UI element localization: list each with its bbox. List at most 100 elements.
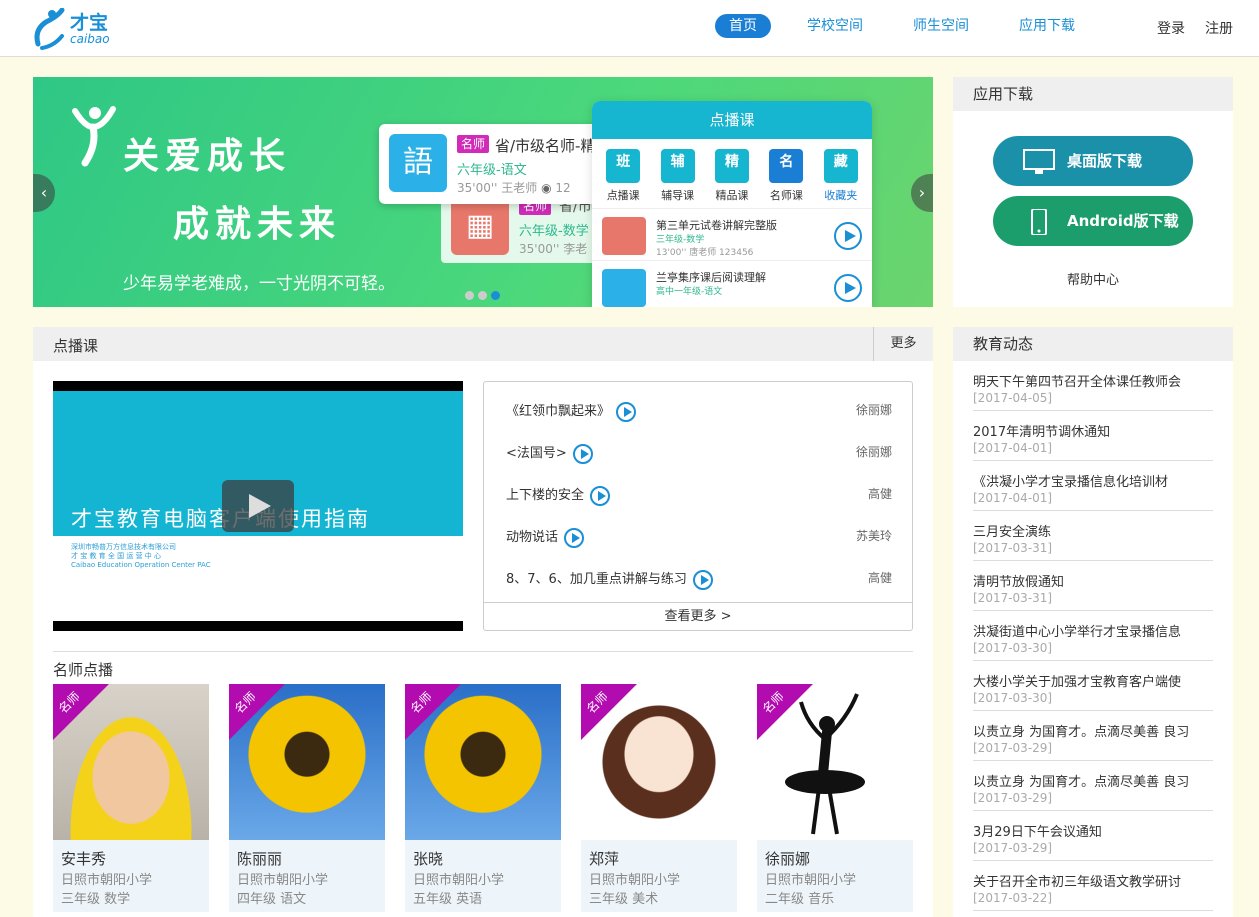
cheer-figure-icon [72, 106, 116, 167]
phone-icon [1031, 209, 1047, 235]
abacus-icon: ▦ [451, 197, 509, 255]
auth-links: 登录 注册 [1157, 18, 1233, 38]
logo[interactable]: 才宝 caibao [32, 8, 112, 50]
news-item[interactable]: 大楼小学关于加强才宝教育客户端使 [2017-03-30] [973, 661, 1213, 711]
nav-app-download[interactable]: 应用下载 [1005, 14, 1089, 38]
monitor-icon [1023, 149, 1055, 174]
site-header: 才宝 caibao 首页 学校空间 师生空间 应用下载 登录 注册 [0, 0, 1259, 57]
teacher-card[interactable]: 名师 安丰秀 日照市朝阳小学 三年级 数学 [53, 684, 209, 912]
news-item[interactable]: 清明节放假通知 [2017-03-31] [973, 561, 1213, 611]
course-list-item[interactable]: 上下楼的安全 高健 [506, 472, 892, 514]
nav-home[interactable]: 首页 [715, 14, 771, 38]
banner-dot[interactable] [478, 291, 487, 300]
news-item[interactable]: 洪凝街道中心小学举行才宝录播信息 [2017-03-30] [973, 611, 1213, 661]
course-list: 《红领巾飘起来》 徐丽娜 <法国号> 徐丽娜 上下楼的安全 高健 动物说话 苏美玲 8、… [483, 381, 913, 631]
teacher-card[interactable]: 名师 郑萍 日照市朝阳小学 三年级 美术 [581, 684, 737, 912]
class-icon: 班 [606, 149, 641, 183]
card-a-title: 省/市级名师-精 [495, 137, 596, 155]
desktop-download-button[interactable]: 桌面版下载 [993, 136, 1193, 186]
news-item[interactable]: 2017年清明节调休通知 [2017-04-01] [973, 411, 1213, 461]
phone-tab-ondemand: 班点播课 [598, 149, 648, 208]
banner-subtitle: 少年易学老难成，一寸光阴不可轻。 [123, 274, 395, 294]
banner-dot[interactable] [465, 291, 474, 300]
course-panel-header: 点播课 更多 [33, 327, 933, 361]
news-panel: 教育动态 明天下午第四节召开全体课任教师会 [2017-04-05] 2017年清… [953, 327, 1233, 917]
banner-title-1: 关爱成长 [123, 136, 292, 177]
phone-tab-favorites: 藏收藏夹 [816, 149, 866, 208]
news-item[interactable]: 关于召开全市初三年级语文教学研讨 [2017-03-22] [973, 861, 1213, 911]
news-item[interactable]: 3月29日下午会议通知 [2017-03-29] [973, 811, 1213, 861]
course-panel-title: 点播课 [53, 337, 99, 355]
course-list-item[interactable]: 动物说话 苏美玲 [506, 514, 892, 556]
chinese-language-icon: 語 [389, 134, 447, 192]
chinese-language-icon [602, 269, 646, 307]
news-item[interactable]: 《洪凝小学才宝录播信息化培训材 [2017-04-01] [973, 461, 1213, 511]
nav-teacher-student-space[interactable]: 师生空间 [899, 14, 983, 38]
hero-banner[interactable]: 关爱成长 成就未来 少年易学老难成，一寸光阴不可轻。 ▦ 名师 省/市 六年级-… [33, 77, 933, 307]
divider [53, 651, 913, 652]
banner-dot[interactable] [491, 291, 500, 300]
tutor-icon: 辅 [660, 149, 695, 183]
news-panel-title: 教育动态 [953, 327, 1233, 361]
logo-figure-icon [34, 8, 65, 50]
help-center-link[interactable]: 帮助中心 [953, 269, 1233, 288]
play-icon [834, 274, 862, 302]
phone-tabs: 班点播课 辅辅导课 精精品课 名名师课 藏收藏夹 [592, 139, 872, 209]
teacher-card[interactable]: 名师 徐丽娜 日照市朝阳小学 二年级 音乐 [757, 684, 913, 912]
register-link[interactable]: 注册 [1205, 18, 1233, 38]
course-panel: 点播课 更多 才宝教育电脑客户端使用指南 深圳市畅普万方信息技术有限公司 才 宝… [33, 327, 933, 917]
phone-tab-famous: 名名师课 [761, 149, 811, 208]
card-a-grade: 六年级-语文 [457, 163, 527, 178]
course-list-item[interactable]: <法国号> 徐丽娜 [506, 430, 892, 472]
news-item[interactable]: 明天下午第四节召开全体课任教师会 [2017-04-05] [973, 361, 1213, 411]
favorites-icon: 藏 [823, 149, 858, 183]
download-panel-title: 应用下载 [953, 77, 1233, 111]
video-credits: 深圳市畅普万方信息技术有限公司 才 宝 教 育 全 国 运 营 中 心 Caib… [71, 543, 211, 569]
phone-mockup: 点播课 班点播课 辅辅导课 精精品课 名名师课 藏收藏夹 第三单元试卷讲解完整版… [592, 101, 872, 307]
play-icon[interactable] [692, 569, 713, 590]
play-icon [834, 222, 862, 250]
main-nav: 首页 学校空间 师生空间 应用下载 [715, 14, 1111, 38]
famous-teachers-title: 名师点播 [53, 661, 114, 679]
download-panel: 应用下载 桌面版下载 Android版下载 帮助中心 [953, 77, 1233, 307]
android-download-button[interactable]: Android版下载 [993, 196, 1193, 246]
nav-school-space[interactable]: 学校空间 [793, 14, 877, 38]
phone-title: 点播课 [592, 101, 872, 139]
card-b-meta: 35'00'' 李老 [519, 242, 588, 256]
abacus-icon [602, 217, 646, 255]
video-player[interactable]: 才宝教育电脑客户端使用指南 深圳市畅普万方信息技术有限公司 才 宝 教 育 全 … [53, 381, 463, 631]
view-more-link[interactable]: 查看更多 > [484, 602, 912, 630]
banner-next-button[interactable]: › [911, 174, 933, 212]
play-icon[interactable] [616, 401, 637, 422]
banner-prev-button[interactable]: ‹ [33, 174, 55, 212]
logo-subtitle: caibao [70, 32, 110, 46]
premium-icon: 精 [714, 149, 749, 183]
famous-teacher-icon: 名 [769, 149, 804, 183]
news-item[interactable]: 以责立身 为国育才。点滴尽美善 良习 [2017-03-29] [973, 711, 1213, 761]
video-title: 才宝教育电脑客户端使用指南 [71, 507, 370, 531]
eye-icon: ◉ [541, 181, 552, 195]
banner-course-card: 語 名师 省/市级名师-精 六年级-语文 35'00'' 王老师 ◉ 12 [379, 124, 609, 204]
news-item[interactable]: 以责立身 为国育才。点滴尽美善 良习 [2017-03-29] [973, 761, 1213, 811]
banner-title-2: 成就未来 [173, 204, 342, 245]
phone-course-row: 第三单元试卷讲解完整版 三年级-数学 13'00'' 唐老师 123456 [592, 209, 872, 261]
teacher-card[interactable]: 名师 陈丽丽 日照市朝阳小学 四年级 语文 [229, 684, 385, 912]
play-icon[interactable] [572, 443, 593, 464]
phone-tab-premium: 精精品课 [707, 149, 757, 208]
banner-pagination [465, 291, 500, 300]
logo-name: 才宝 [70, 12, 109, 34]
video-play-button[interactable] [222, 480, 294, 532]
more-button[interactable]: 更多 [873, 327, 933, 361]
phone-course-row: 兰亭集序课后阅读理解 高中一年级-语文 [592, 261, 872, 307]
news-item[interactable]: 三月安全演练 [2017-03-31] [973, 511, 1213, 561]
card-a-meta: 35'00'' 王老师 ◉ 12 [457, 181, 571, 195]
play-icon[interactable] [564, 527, 585, 548]
teacher-card[interactable]: 名师 张晓 日照市朝阳小学 五年级 英语 [405, 684, 561, 912]
course-list-item[interactable]: 8、7、6、加几重点讲解与练习 高健 [506, 556, 892, 598]
play-icon[interactable] [590, 485, 611, 506]
login-link[interactable]: 登录 [1157, 18, 1185, 38]
phone-tab-tutoring: 辅辅导课 [653, 149, 703, 208]
card-b-grade: 六年级-数学 [519, 224, 589, 239]
course-list-item[interactable]: 《红领巾飘起来》 徐丽娜 [506, 388, 892, 430]
teacher-tag: 名师 [457, 135, 490, 153]
